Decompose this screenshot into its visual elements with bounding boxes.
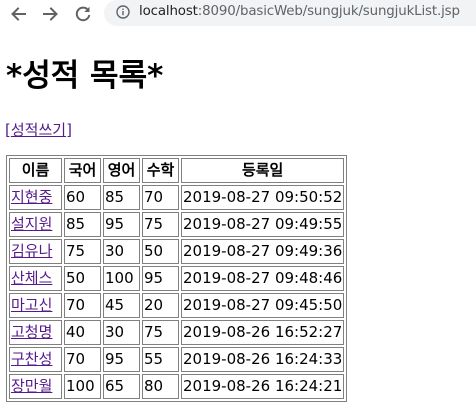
cell-date: 2019-08-27 09:48:46 <box>181 266 345 291</box>
header-english: 영어 <box>103 158 140 183</box>
cell-english: 95 <box>103 347 140 372</box>
bracket-close: ] <box>66 121 72 139</box>
url-text[interactable]: localhost:8090/basicWeb/sungjuk/sungjukL… <box>139 4 460 19</box>
cell-math: 70 <box>142 185 179 210</box>
cell-date: 2019-08-26 16:24:21 <box>181 374 345 399</box>
header-math: 수학 <box>142 158 179 183</box>
address-bar[interactable]: localhost:8090/basicWeb/sungjuk/sungjukL… <box>104 0 476 26</box>
cell-name: 고청명 <box>9 320 62 345</box>
cell-english: 45 <box>103 293 140 318</box>
cell-korean: 40 <box>64 320 101 345</box>
cell-korean: 70 <box>64 347 101 372</box>
reload-icon <box>75 6 91 22</box>
student-name-link[interactable]: 김유나 <box>11 242 52 260</box>
cell-name: 마고신 <box>9 293 62 318</box>
cell-date: 2019-08-27 09:49:36 <box>181 239 345 264</box>
forward-button[interactable] <box>40 4 62 24</box>
arrow-left-icon <box>11 7 26 21</box>
table-row: 설지원 85 95 75 2019-08-27 09:49:55 <box>9 212 345 237</box>
table-row: 장만월 100 65 80 2019-08-26 16:24:21 <box>9 374 345 399</box>
cell-math: 20 <box>142 293 179 318</box>
cell-date: 2019-08-26 16:24:33 <box>181 347 345 372</box>
page-content: *성적 목록* [성적쓰기] 이름 국어 영어 수학 등록일 지현중 60 85… <box>0 28 476 411</box>
cell-english: 100 <box>103 266 140 291</box>
cell-english: 30 <box>103 239 140 264</box>
cell-korean: 85 <box>64 212 101 237</box>
cell-math: 50 <box>142 239 179 264</box>
cell-math: 75 <box>142 212 179 237</box>
cell-korean: 70 <box>64 293 101 318</box>
table-row: 김유나 75 30 50 2019-08-27 09:49:36 <box>9 239 345 264</box>
cell-korean: 50 <box>64 266 101 291</box>
header-date: 등록일 <box>181 158 345 183</box>
table-header-row: 이름 국어 영어 수학 등록일 <box>9 158 345 183</box>
table-row: 지현중 60 85 70 2019-08-27 09:50:52 <box>9 185 345 210</box>
cell-korean: 100 <box>64 374 101 399</box>
cell-date: 2019-08-27 09:50:52 <box>181 185 345 210</box>
cell-math: 75 <box>142 320 179 345</box>
cell-english: 30 <box>103 320 140 345</box>
student-name-link[interactable]: 지현중 <box>11 188 52 206</box>
write-link-container: [성적쓰기] <box>5 120 72 140</box>
student-name-link[interactable]: 마고신 <box>11 296 52 314</box>
cell-math: 80 <box>142 374 179 399</box>
cell-english: 95 <box>103 212 140 237</box>
student-name-link[interactable]: 장만월 <box>11 377 52 395</box>
table-row: 산체스 50 100 95 2019-08-27 09:48:46 <box>9 266 345 291</box>
cell-math: 95 <box>142 266 179 291</box>
header-korean: 국어 <box>64 158 101 183</box>
page-title: *성적 목록* <box>6 58 164 94</box>
cell-name: 설지원 <box>9 212 62 237</box>
arrow-right-icon <box>43 7 58 21</box>
info-icon[interactable] <box>116 5 130 19</box>
cell-name: 산체스 <box>9 266 62 291</box>
url-path: :8090/basicWeb/sungjuk/sungjukList.jsp <box>197 4 460 19</box>
cell-name: 지현중 <box>9 185 62 210</box>
cell-date: 2019-08-27 09:45:50 <box>181 293 345 318</box>
student-name-link[interactable]: 산체스 <box>11 269 52 287</box>
write-score-link[interactable]: 성적쓰기 <box>11 121 66 139</box>
cell-name: 장만월 <box>9 374 62 399</box>
cell-english: 65 <box>103 374 140 399</box>
cell-korean: 60 <box>64 185 101 210</box>
cell-english: 85 <box>103 185 140 210</box>
cell-math: 55 <box>142 347 179 372</box>
student-name-link[interactable]: 구찬성 <box>11 350 52 368</box>
browser-toolbar: localhost:8090/basicWeb/sungjuk/sungjukL… <box>0 0 476 28</box>
student-name-link[interactable]: 설지원 <box>11 215 52 233</box>
score-table: 이름 국어 영어 수학 등록일 지현중 60 85 70 2019-08-27 … <box>6 155 348 402</box>
student-name-link[interactable]: 고청명 <box>11 323 52 341</box>
table-row: 고청명 40 30 75 2019-08-26 16:52:27 <box>9 320 345 345</box>
cell-date: 2019-08-27 09:49:55 <box>181 212 345 237</box>
cell-name: 김유나 <box>9 239 62 264</box>
back-button[interactable] <box>7 4 29 24</box>
table-row: 마고신 70 45 20 2019-08-27 09:45:50 <box>9 293 345 318</box>
cell-name: 구찬성 <box>9 347 62 372</box>
url-host: localhost <box>139 4 198 19</box>
cell-korean: 75 <box>64 239 101 264</box>
table-row: 구찬성 70 95 55 2019-08-26 16:24:33 <box>9 347 345 372</box>
cell-date: 2019-08-26 16:52:27 <box>181 320 345 345</box>
reload-button[interactable] <box>72 4 94 24</box>
header-name: 이름 <box>9 158 62 183</box>
